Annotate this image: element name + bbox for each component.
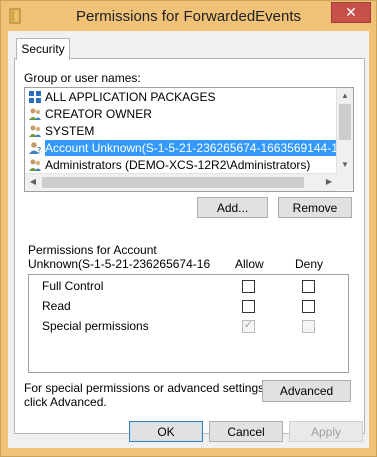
ok-button[interactable]: OK: [129, 421, 203, 442]
user-name: CREATOR OWNER: [45, 107, 152, 121]
users-icon: [28, 107, 42, 121]
user-list-item[interactable]: ? Account Unknown(S-1-5-21-236265674-1663…: [25, 140, 337, 156]
permission-label: Full Control: [42, 279, 104, 293]
allow-checkbox[interactable]: [242, 300, 255, 313]
vertical-scrollbar[interactable]: ▲ ▼: [336, 88, 353, 173]
dialog-client: Security Group or user names: ALL APPLIC…: [8, 31, 369, 448]
tab-security[interactable]: Security: [16, 38, 70, 60]
deny-header: Deny: [295, 257, 324, 271]
group-label: Group or user names:: [24, 71, 141, 85]
user-name: SYSTEM: [45, 124, 95, 138]
deny-checkbox[interactable]: [302, 300, 315, 313]
permissions-title-line1: Permissions for Account: [28, 243, 157, 257]
checkmark-icon: ✓: [243, 319, 254, 331]
users-icon: [28, 158, 42, 172]
svg-text:?: ?: [37, 146, 41, 155]
user-list-item[interactable]: Administrators (DEMO-XCS-12R2\Administra…: [25, 157, 337, 173]
user-name: ALL APPLICATION PACKAGES: [45, 90, 216, 104]
user-name: Administrators (DEMO-XCS-12R2\Administra…: [45, 158, 311, 172]
close-button[interactable]: ✕: [331, 2, 371, 23]
user-name: Account Unknown(S-1-5-21-236265674-16635…: [45, 140, 337, 156]
scroll-down-icon[interactable]: ▼: [337, 157, 353, 173]
scroll-up-icon[interactable]: ▲: [337, 88, 353, 104]
title-bar[interactable]: Permissions for ForwardedEvents ✕: [1, 1, 376, 31]
window-title: Permissions for ForwardedEvents: [75, 8, 302, 25]
scroll-right-icon[interactable]: ▶: [321, 174, 337, 190]
vertical-scroll-thumb[interactable]: [339, 104, 351, 140]
user-list-item[interactable]: SYSTEM: [25, 123, 337, 139]
horizontal-scroll-thumb[interactable]: [42, 177, 304, 188]
scroll-corner: [337, 173, 353, 190]
user-list-item[interactable]: ALL APPLICATION PACKAGES: [25, 89, 337, 105]
horizontal-scrollbar[interactable]: ◀ ▶: [25, 173, 337, 191]
add-button[interactable]: Add...: [197, 197, 268, 218]
advanced-hint-line1: For special permissions or advanced sett…: [24, 381, 268, 395]
deny-checkbox[interactable]: [302, 320, 315, 333]
scroll-left-icon[interactable]: ◀: [25, 174, 41, 190]
unknown-user-icon: ?: [28, 141, 42, 155]
cancel-button[interactable]: Cancel: [209, 421, 283, 442]
permissions-title-line2: Unknown(S-1-5-21-236265674-16: [28, 257, 211, 271]
allow-checkbox[interactable]: [242, 280, 255, 293]
deny-checkbox[interactable]: [302, 280, 315, 293]
user-list-item[interactable]: CREATOR OWNER: [25, 106, 337, 122]
group-user-list[interactable]: ALL APPLICATION PACKAGES CREATOR OWNER SYS…: [24, 87, 354, 192]
allow-header: Allow: [235, 257, 264, 271]
permission-label: Special permissions: [42, 319, 149, 333]
advanced-hint-line2: click Advanced.: [24, 395, 107, 409]
package-icon: [28, 90, 42, 104]
permissions-list: Full Control Read Special permissions ✓: [28, 274, 349, 373]
apply-button[interactable]: Apply: [289, 421, 363, 442]
security-tab-panel: Group or user names: ALL APPLICATION PAC…: [14, 58, 365, 434]
remove-button[interactable]: Remove: [278, 197, 352, 218]
permissions-dialog: Permissions for ForwardedEvents ✕ Securi…: [0, 0, 377, 457]
advanced-button[interactable]: Advanced: [262, 380, 351, 402]
permission-label: Read: [42, 299, 71, 313]
users-icon: [28, 124, 42, 138]
allow-checkbox[interactable]: ✓: [242, 319, 255, 333]
